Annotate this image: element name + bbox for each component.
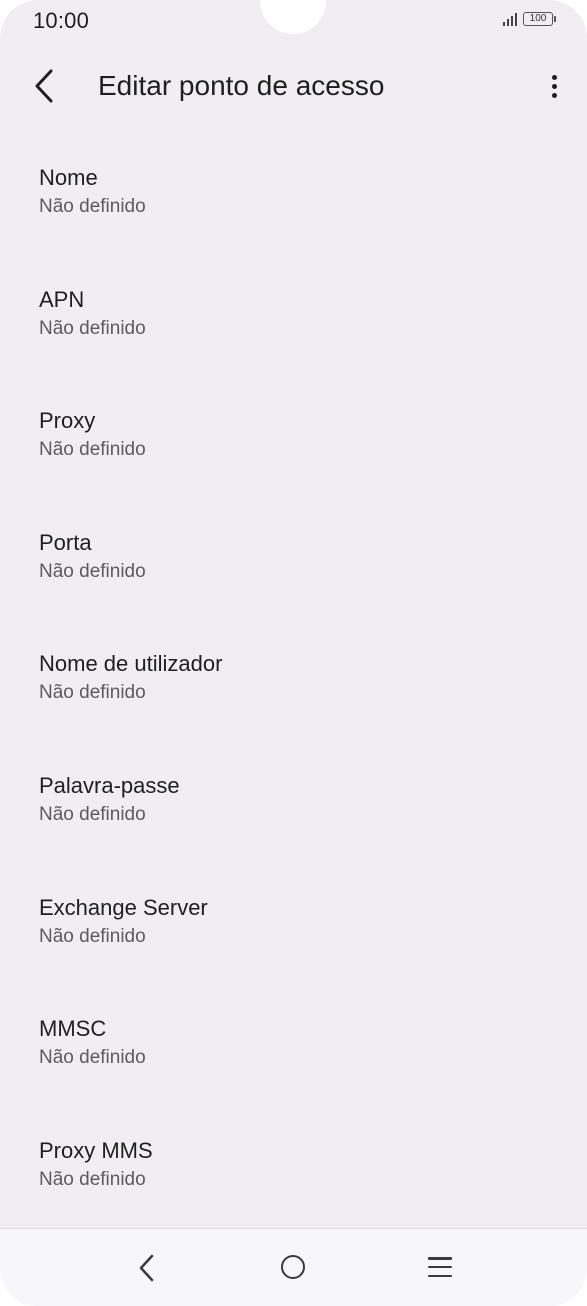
setting-nome-de-utilizador[interactable]: Nome de utilizador Não definido [0,622,587,744]
setting-value: Não definido [39,682,146,704]
setting-value: Não definido [39,1168,146,1190]
setting-value: Não definido [39,1047,146,1069]
setting-value: Não definido [39,925,146,947]
setting-porta[interactable]: Porta Não definido [0,501,587,623]
setting-apn[interactable]: APN Não definido [0,258,587,380]
status-time: 10:00 [33,8,90,33]
status-bar: 10:00 100 [0,0,587,44]
camera-notch [260,0,326,34]
setting-title: Nome [39,165,98,190]
setting-value: Não definido [39,196,146,217]
chevron-left-icon [35,69,53,103]
nav-home-icon[interactable] [281,1255,305,1279]
setting-value: Não definido [39,317,146,339]
system-navigation-bar [0,1228,587,1306]
setting-value: Não definido [39,560,146,582]
more-vert-icon [551,74,557,80]
setting-value: Não definido [39,803,146,825]
signal-icon [503,12,517,26]
setting-palavra-passe[interactable]: Palavra-passe Não definido [0,744,587,866]
setting-title: Palavra-passe [39,772,180,798]
setting-title: Proxy MMS [39,1137,153,1163]
page-title: Editar ponto de acesso [98,70,385,101]
setting-exchange-server[interactable]: Exchange Server Não definido [0,866,587,988]
back-button[interactable] [22,64,66,108]
setting-title: Porta [39,529,92,555]
nav-recents-icon[interactable] [428,1257,452,1277]
setting-nome[interactable]: Nome Não definido [0,136,587,258]
setting-title: Nome de utilizador [39,651,223,677]
setting-title: Exchange Server [39,894,208,920]
nav-back-button[interactable] [132,1251,162,1285]
status-icons: 100 [503,12,556,26]
setting-mmsc[interactable]: MMSC Não definido [0,987,587,1109]
setting-value: Não definido [39,439,146,461]
setting-title: APN [39,286,85,312]
battery-icon: 100 [523,12,556,26]
apn-settings-list: Nome Não definido APN Não definido Proxy… [0,136,587,1230]
phone-screen: 10:00 100 Editar ponto de acesso Nome Nã… [0,0,587,1306]
setting-title: Proxy [39,408,96,434]
app-bar: Editar ponto de acesso [0,54,587,118]
setting-proxy[interactable]: Proxy Não definido [0,379,587,501]
nav-back-icon [139,1254,154,1282]
setting-proxy-mms[interactable]: Proxy MMS Não definido [0,1109,587,1231]
more-options-button[interactable] [539,64,569,108]
setting-title: MMSC [39,1016,107,1042]
